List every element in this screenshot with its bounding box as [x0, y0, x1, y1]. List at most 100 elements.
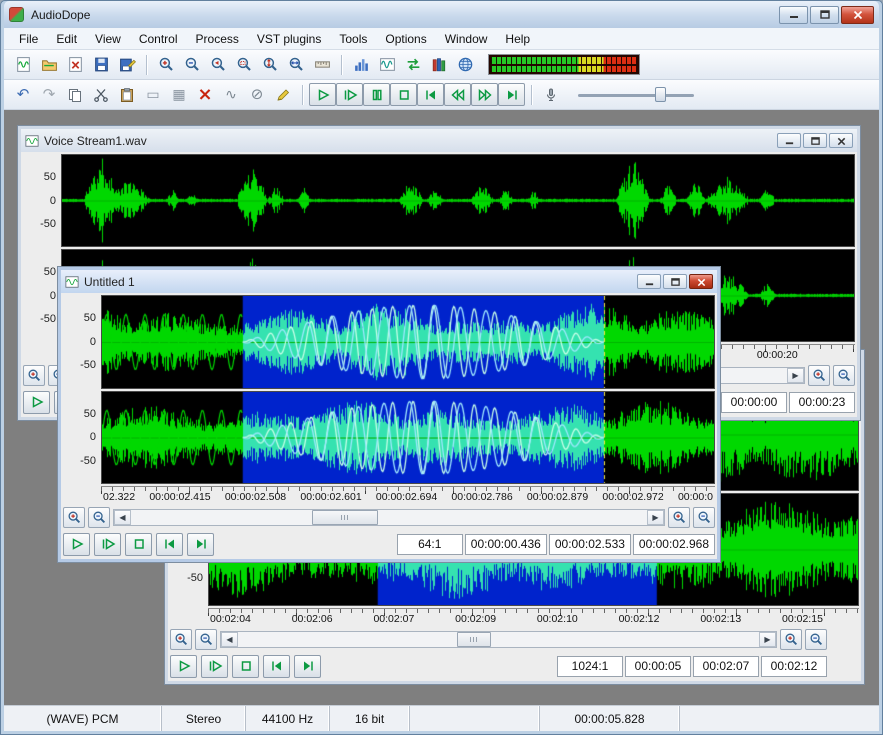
scroll-left-arrow[interactable]: ◀ [114, 510, 131, 525]
open-file-button[interactable] [36, 52, 62, 77]
close-file-button[interactable] [62, 52, 88, 77]
delete-button[interactable]: × [192, 82, 218, 107]
play-button[interactable] [170, 655, 197, 678]
library-button[interactable] [426, 52, 452, 77]
fast-forward-button[interactable] [471, 83, 498, 106]
zoom-in-button[interactable] [153, 52, 179, 77]
scroll-row: ◀ ▶ [63, 505, 715, 529]
maximize-button[interactable] [803, 133, 827, 148]
menu-options[interactable]: Options [376, 30, 435, 48]
zoom-out-button[interactable] [88, 507, 110, 528]
zoom-out-button[interactable] [693, 507, 715, 528]
menu-file[interactable]: File [10, 30, 47, 48]
marker-button[interactable] [270, 82, 296, 107]
waveform-display[interactable] [101, 295, 715, 389]
waveform-display[interactable] [61, 154, 855, 247]
minimize-button[interactable] [777, 133, 801, 148]
go-to-end-button[interactable] [498, 83, 525, 106]
voice-window-title-bar[interactable]: Voice Stream1.wav [21, 129, 857, 152]
play-button[interactable] [23, 391, 50, 414]
copy-button[interactable] [62, 82, 88, 107]
save-file-as-button[interactable] [114, 52, 140, 77]
scrollbar-thumb[interactable] [457, 632, 491, 647]
transport-row: 1024:1 00:00:05 00:02:07 00:02:12 [170, 653, 859, 679]
menu-help[interactable]: Help [496, 30, 539, 48]
close-button[interactable] [829, 133, 853, 148]
record-monitor-button[interactable] [538, 82, 564, 107]
play-button[interactable] [63, 533, 90, 556]
zoom-in-button[interactable] [780, 629, 802, 650]
zoom-out-button[interactable] [833, 365, 855, 386]
zoom-out-button[interactable] [805, 629, 827, 650]
stop-button[interactable] [232, 655, 259, 678]
trim-button[interactable]: ▭ [140, 82, 166, 107]
stop-button[interactable] [125, 533, 152, 556]
menu-tools[interactable]: Tools [330, 30, 376, 48]
title-bar[interactable]: AudioDope [4, 1, 879, 28]
web-help-button[interactable] [452, 52, 478, 77]
maximize-button[interactable] [810, 6, 839, 24]
scrollbar-thumb[interactable] [312, 510, 378, 525]
go-to-start-button[interactable] [156, 533, 183, 556]
zoom-vertical-out-button[interactable] [283, 52, 309, 77]
minimize-button[interactable] [779, 6, 808, 24]
menu-vst-plugins[interactable]: VST plugins [248, 30, 330, 48]
menu-edit[interactable]: Edit [47, 30, 86, 48]
redo-button[interactable]: ↷ [36, 82, 62, 107]
zoom-out-button[interactable] [195, 629, 217, 650]
zoom-out-button[interactable] [179, 52, 205, 77]
slider-thumb[interactable] [655, 87, 666, 102]
play-from-cursor-button[interactable] [336, 83, 363, 106]
scrollbar-track[interactable] [238, 632, 759, 647]
play-from-cursor-button[interactable] [201, 655, 228, 678]
ruler-button[interactable] [309, 52, 335, 77]
new-file-button[interactable] [10, 52, 36, 77]
undo-button[interactable]: ↶ [10, 82, 36, 107]
zoom-in-button[interactable] [63, 507, 85, 528]
maximize-button[interactable] [663, 274, 687, 289]
minimize-button[interactable] [637, 274, 661, 289]
cut-button[interactable] [88, 82, 114, 107]
spectrum-analyzer-button[interactable] [348, 52, 374, 77]
zoom-in-button[interactable] [668, 507, 690, 528]
scroll-left-arrow[interactable]: ◀ [221, 632, 238, 647]
select-all-button[interactable]: ▦ [166, 82, 192, 107]
zoom-in-button[interactable] [808, 365, 830, 386]
zoom-selection-button[interactable] [231, 52, 257, 77]
close-button[interactable] [841, 6, 874, 24]
menu-view[interactable]: View [86, 30, 130, 48]
mute-button[interactable]: ⊘ [244, 82, 270, 107]
play-from-cursor-button[interactable] [94, 533, 121, 556]
zoom-previous-button[interactable] [205, 52, 231, 77]
scroll-right-arrow[interactable]: ▶ [647, 510, 664, 525]
close-button[interactable] [689, 274, 713, 289]
menu-process[interactable]: Process [187, 30, 248, 48]
zoom-in-button[interactable] [170, 629, 192, 650]
go-to-end-button[interactable] [187, 533, 214, 556]
insert-silence-button[interactable]: ∿ [218, 82, 244, 107]
oscilloscope-button[interactable] [374, 52, 400, 77]
sample-convert-button[interactable] [400, 52, 426, 77]
menu-window[interactable]: Window [436, 30, 497, 48]
menu-control[interactable]: Control [130, 30, 187, 48]
zoom-vertical-in-button[interactable] [257, 52, 283, 77]
scroll-right-arrow[interactable]: ▶ [759, 632, 776, 647]
untitled-window-title-bar[interactable]: Untitled 1 [61, 270, 717, 293]
untitled-window[interactable]: Untitled 1 50 0 -50 [58, 267, 720, 562]
go-to-end-button[interactable] [294, 655, 321, 678]
toolbar-slider[interactable] [578, 86, 694, 104]
scroll-right-arrow[interactable]: ▶ [787, 368, 804, 383]
waveform-display[interactable] [101, 391, 715, 485]
zoom-in-button[interactable] [23, 365, 45, 386]
paste-button[interactable] [114, 82, 140, 107]
stop-button[interactable] [390, 83, 417, 106]
horizontal-scrollbar[interactable]: ◀ ▶ [113, 509, 665, 526]
rewind-button[interactable] [444, 83, 471, 106]
save-file-button[interactable] [88, 52, 114, 77]
go-to-start-button[interactable] [263, 655, 290, 678]
horizontal-scrollbar[interactable]: ◀ ▶ [220, 631, 777, 648]
play-button[interactable] [309, 83, 336, 106]
go-to-start-button[interactable] [417, 83, 444, 106]
scrollbar-track[interactable] [131, 510, 647, 525]
pause-button[interactable] [363, 83, 390, 106]
